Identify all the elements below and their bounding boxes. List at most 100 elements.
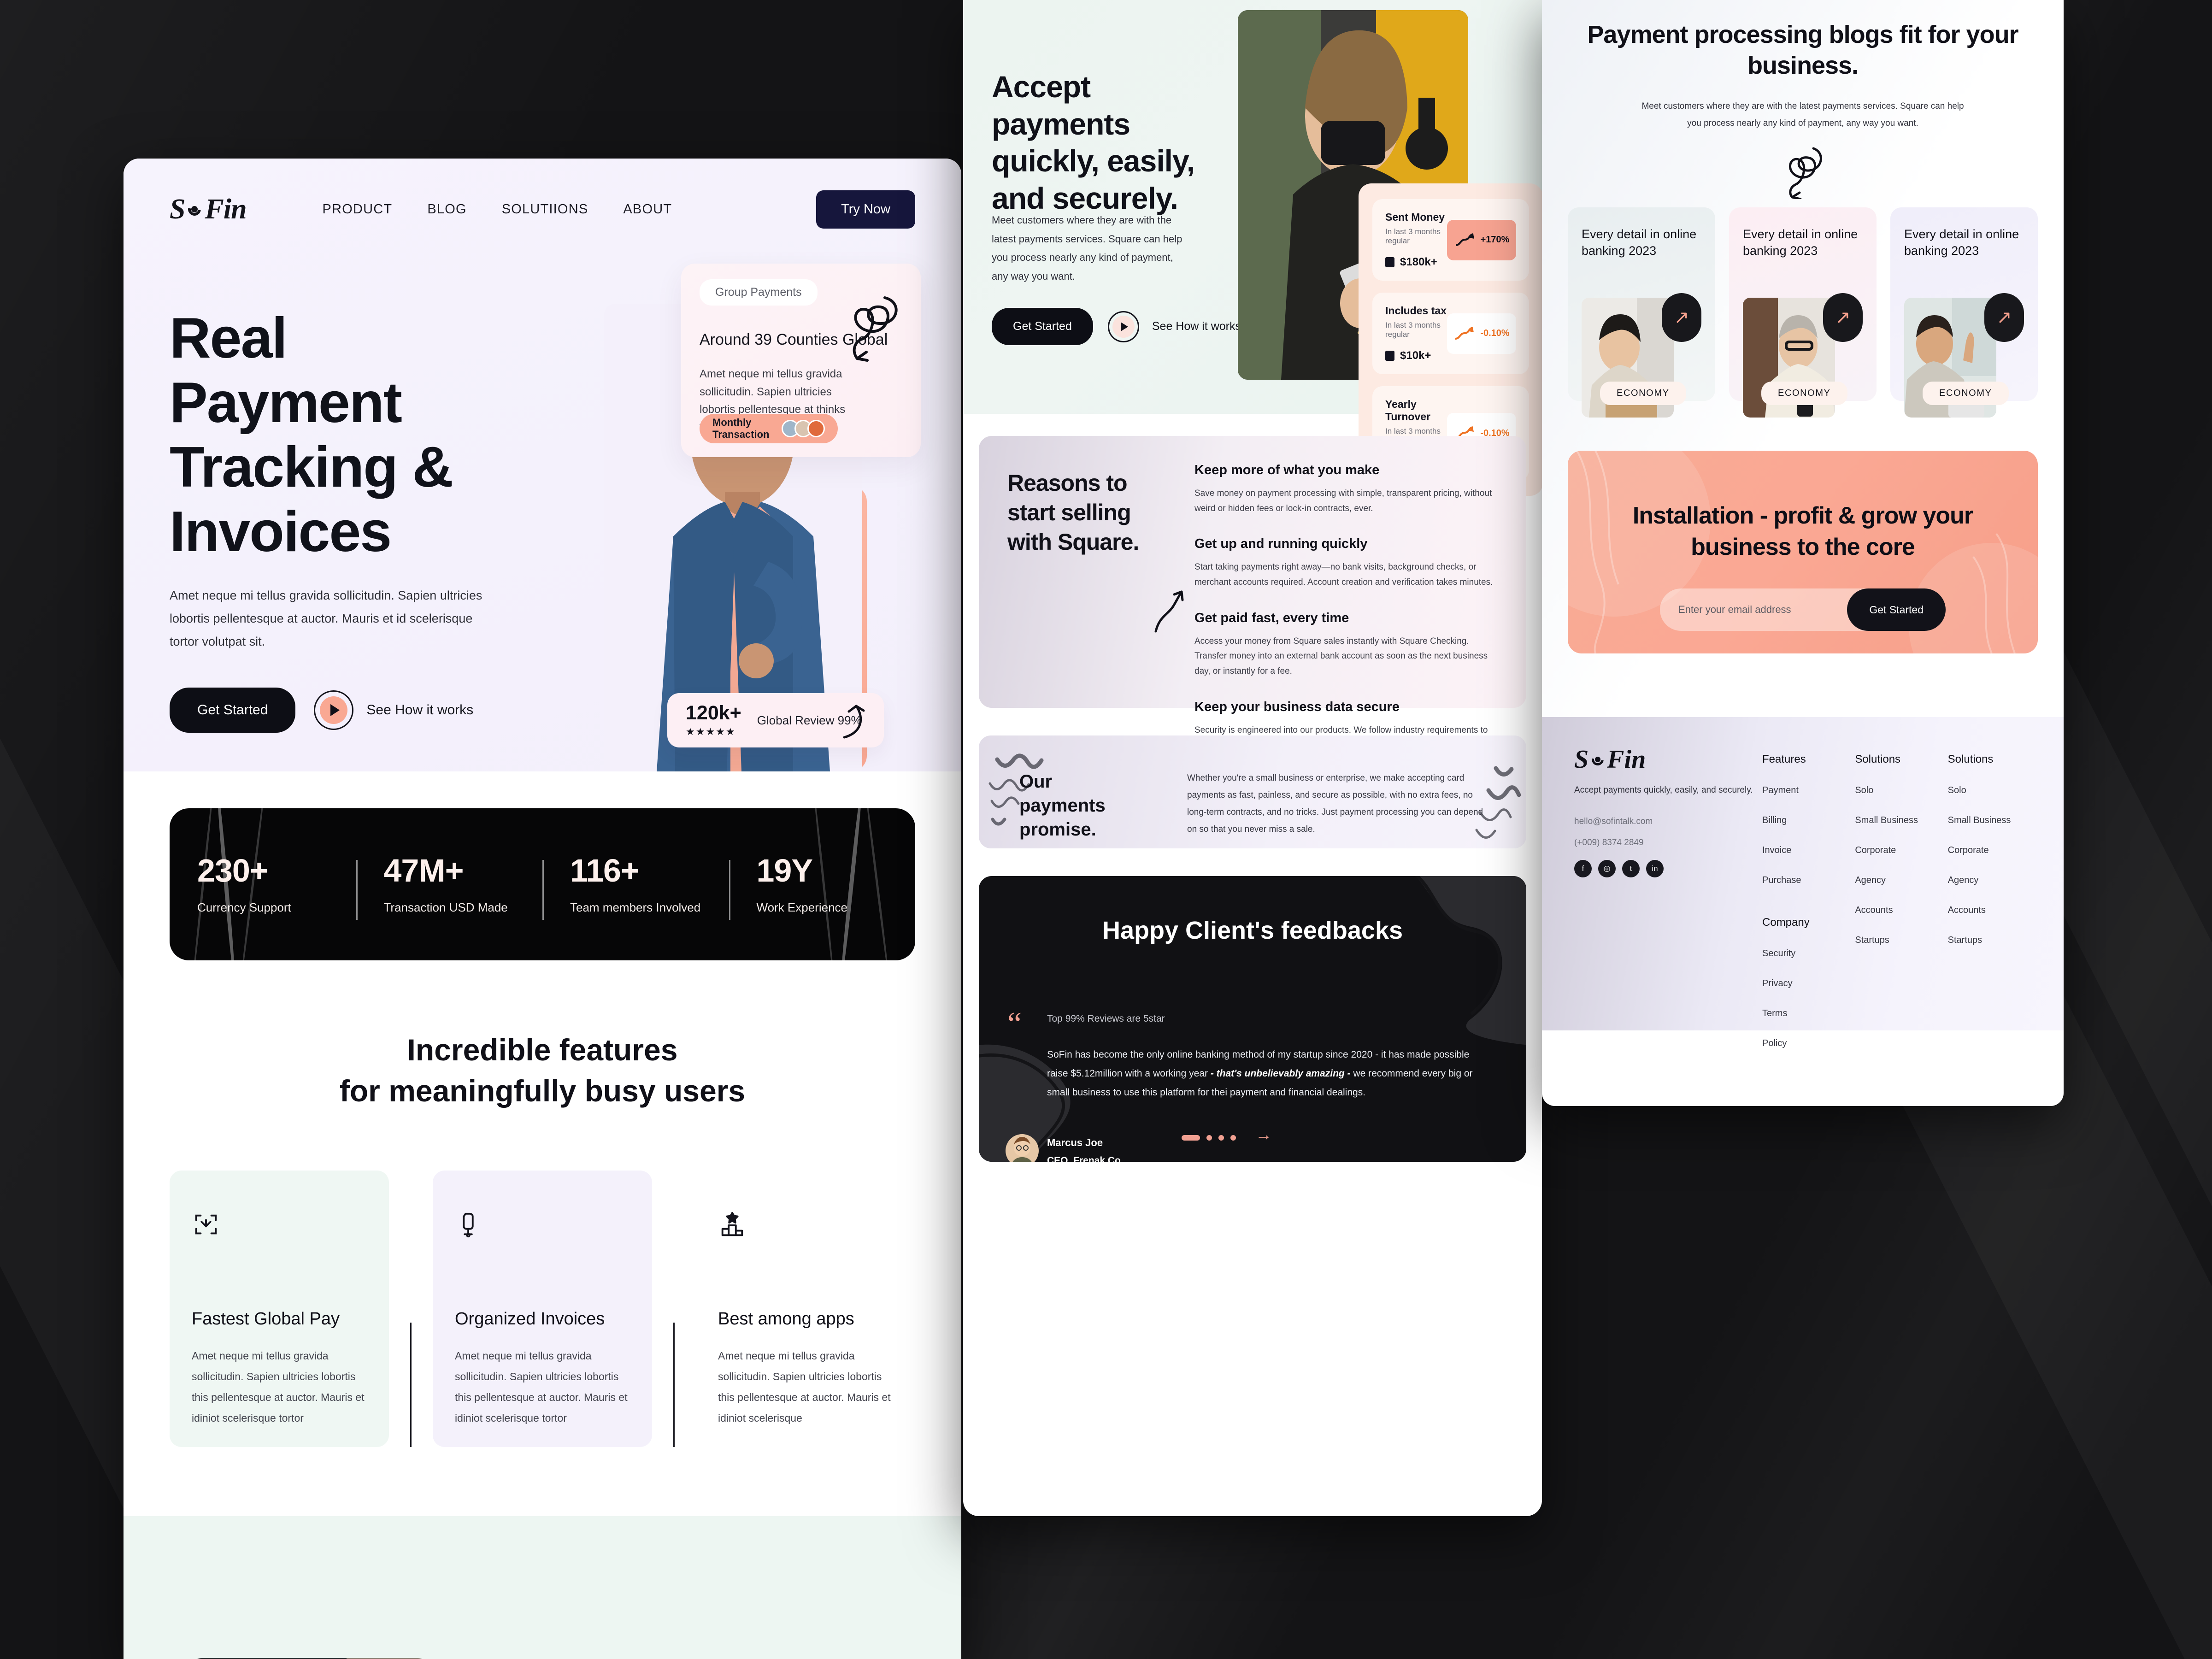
carousel-dot-1[interactable]	[1182, 1135, 1200, 1141]
footer-link[interactable]: Invoice	[1762, 845, 1855, 856]
carousel-dot-4[interactable]	[1230, 1135, 1236, 1141]
footer-link[interactable]: Corporate	[1855, 845, 1947, 856]
footer-link[interactable]: Small Business	[1855, 815, 1947, 826]
trend-down-icon	[1455, 326, 1474, 340]
feature-card-organized-invoices[interactable]: Organized Invoices Amet neque mi tellus …	[433, 1171, 652, 1447]
footer-link[interactable]: Small Business	[1948, 815, 2041, 826]
blog-card-title: Every detail in online banking 2023	[1582, 227, 1697, 258]
twitter-icon[interactable]: t	[1622, 860, 1640, 877]
footer-link[interactable]: Agency	[1948, 875, 2041, 886]
facebook-icon[interactable]: f	[1574, 860, 1592, 877]
feature-card-title: Organized Invoices	[455, 1309, 605, 1329]
blog-card[interactable]: Every detail in online banking 2023 ↗ EC…	[1568, 207, 1715, 418]
footer-link[interactable]: Billing	[1762, 815, 1855, 826]
blog-card-arrow-icon[interactable]: ↗	[1823, 293, 1863, 342]
nav-item-product[interactable]: PRODUCT	[323, 202, 393, 217]
play-icon	[1107, 311, 1139, 342]
stat-row[interactable]: Includes tax In last 3 months regular $1…	[1372, 293, 1529, 374]
feature-divider	[410, 1323, 412, 1447]
footer-link[interactable]: Solo	[1855, 785, 1947, 796]
linkedin-icon[interactable]: in	[1646, 860, 1664, 877]
see-how-it-works-button[interactable]: See How it works	[314, 690, 473, 730]
footer-link[interactable]: Security	[1762, 948, 1810, 959]
rating-card: 120k+ ★★★★★ Global Review 99%	[667, 693, 884, 747]
monthly-transaction-label: Monthly Transaction	[712, 417, 770, 440]
podium-star-icon	[721, 1212, 743, 1236]
footer-link[interactable]: Privacy	[1762, 978, 1810, 989]
footer-link[interactable]: Accounts	[1855, 905, 1947, 916]
footer-link[interactable]: Payment	[1762, 785, 1855, 796]
footer-link[interactable]: Policy	[1762, 1038, 1810, 1049]
blog-card[interactable]: Every detail in online banking 2023 ↗ EC…	[1729, 207, 1877, 418]
stat-value: 230+	[197, 852, 269, 888]
carousel-dot-2[interactable]	[1206, 1135, 1212, 1141]
landing-page-panel-right: Payment processing blogs fit for your bu…	[1542, 0, 2064, 1106]
feedback-eyebrow: Top 99% Reviews are 5star	[1047, 1013, 1165, 1024]
hero-title: Real Payment Tracking & Invoices	[170, 306, 453, 564]
nav-item-about[interactable]: ABOUT	[623, 202, 672, 217]
footer-link[interactable]: Terms	[1762, 1008, 1810, 1019]
blog-card-arrow-icon[interactable]: ↗	[1662, 293, 1701, 342]
blog-card[interactable]: Every detail in online banking 2023 ↗ EC…	[1890, 207, 2038, 418]
trend-badge: -0.10%	[1447, 313, 1516, 354]
stat-row-title: Sent Money	[1385, 211, 1445, 223]
feature-card-body: Amet neque mi tellus gravida sollicitudi…	[455, 1350, 628, 1424]
reasons-section: Reasons to start selling with Square. Ke…	[979, 436, 1526, 750]
logo-text-right: Fin	[205, 193, 247, 225]
get-started-button[interactable]: Get Started	[992, 308, 1093, 345]
logo[interactable]: S Fin	[170, 193, 247, 226]
stat-row-value: $10k+	[1400, 349, 1431, 362]
see-how-it-works-label: See How it works	[1152, 320, 1241, 333]
footer-link[interactable]: Corporate	[1948, 845, 2041, 856]
carousel-dots[interactable]	[1182, 1135, 1236, 1141]
footer-link[interactable]: Startups	[1948, 935, 2041, 946]
blogs-heading: Payment processing blogs fit for your bu…	[1587, 21, 2018, 79]
footer-link[interactable]: Startups	[1855, 935, 1947, 946]
monthly-transaction-pill[interactable]: Monthly Transaction	[700, 414, 838, 443]
footer-link[interactable]: Agency	[1855, 875, 1947, 886]
footer-link[interactable]: Purchase	[1762, 875, 1855, 886]
blog-card-arrow-icon[interactable]: ↗	[1984, 293, 2024, 342]
feature-divider	[673, 1323, 675, 1447]
carousel-next-arrow-icon[interactable]: →	[1255, 1125, 1272, 1144]
footer: S Fin Accept payments quickly, easily, an…	[1542, 717, 2064, 1048]
footer-link[interactable]: Accounts	[1948, 905, 2041, 916]
carousel-dot-3[interactable]	[1218, 1135, 1224, 1141]
stat-value: 116+	[570, 852, 640, 888]
footer-column-company: Company Security Privacy Terms Policy	[1762, 916, 1810, 1049]
payments-promise-section: Our payments promise. Whether you're a s…	[979, 735, 1526, 848]
stat-item: 47M+ Transaction USD Made	[356, 852, 543, 920]
stat-label: Work Experience	[756, 900, 848, 914]
newsletter-submit-button[interactable]: Get Started	[1847, 588, 1946, 631]
footer-column-heading: Solutions	[1855, 753, 1901, 765]
footer-link[interactable]: Solo	[1948, 785, 2041, 796]
stats-section: 230+ Currency Support 47M+ Transaction U…	[124, 771, 961, 960]
feature-card-best-among-apps[interactable]: Best among apps Amet neque mi tellus gra…	[696, 1171, 915, 1447]
instagram-icon[interactable]: ◎	[1598, 860, 1616, 877]
stat-row-subtitle: In last 3 months regular	[1385, 227, 1441, 245]
logo-ring-icon	[185, 200, 204, 218]
feedback-author: Marcus Joe	[1047, 1137, 1103, 1148]
stat-row[interactable]: Sent Money In last 3 months regular $180…	[1372, 199, 1529, 281]
see-how-it-works-button[interactable]: See How it works	[1107, 311, 1241, 342]
reason-body: Access your money from Square sales inst…	[1194, 636, 1488, 677]
try-now-button[interactable]: Try Now	[816, 190, 915, 229]
nav-item-blog[interactable]: BLOG	[427, 202, 466, 217]
stat-value: 47M+	[383, 852, 464, 888]
get-started-button[interactable]: Get Started	[170, 688, 296, 733]
nav-item-solutions[interactable]: SOLUTIIONS	[502, 202, 588, 217]
stat-item: 230+ Currency Support	[170, 854, 356, 915]
blog-card-title: Every detail in online banking 2023	[1743, 227, 1858, 258]
promise-body: Whether you're a small business or enter…	[1187, 773, 1483, 835]
feature-card-fastest-global-pay[interactable]: Fastest Global Pay Amet neque mi tellus …	[170, 1171, 389, 1447]
hero-cta-group: Get Started See How it works	[170, 688, 529, 733]
reasons-heading: Reasons to start selling with Square.	[1007, 470, 1139, 555]
blogs-subtitle: Meet customers where they are with the l…	[1641, 101, 1964, 128]
stat-item: 19Y Work Experience	[729, 854, 916, 920]
reason-body: Save money on payment processing with si…	[1194, 488, 1492, 513]
stat-item: 116+ Team members Involved	[542, 852, 729, 920]
feature-card-title: Fastest Global Pay	[192, 1309, 340, 1329]
reasons-arrow-icon	[1154, 590, 1184, 633]
newsletter-heading: Installation - profit & grow your busine…	[1632, 502, 1973, 560]
stats-bar: 230+ Currency Support 47M+ Transaction U…	[170, 808, 915, 960]
